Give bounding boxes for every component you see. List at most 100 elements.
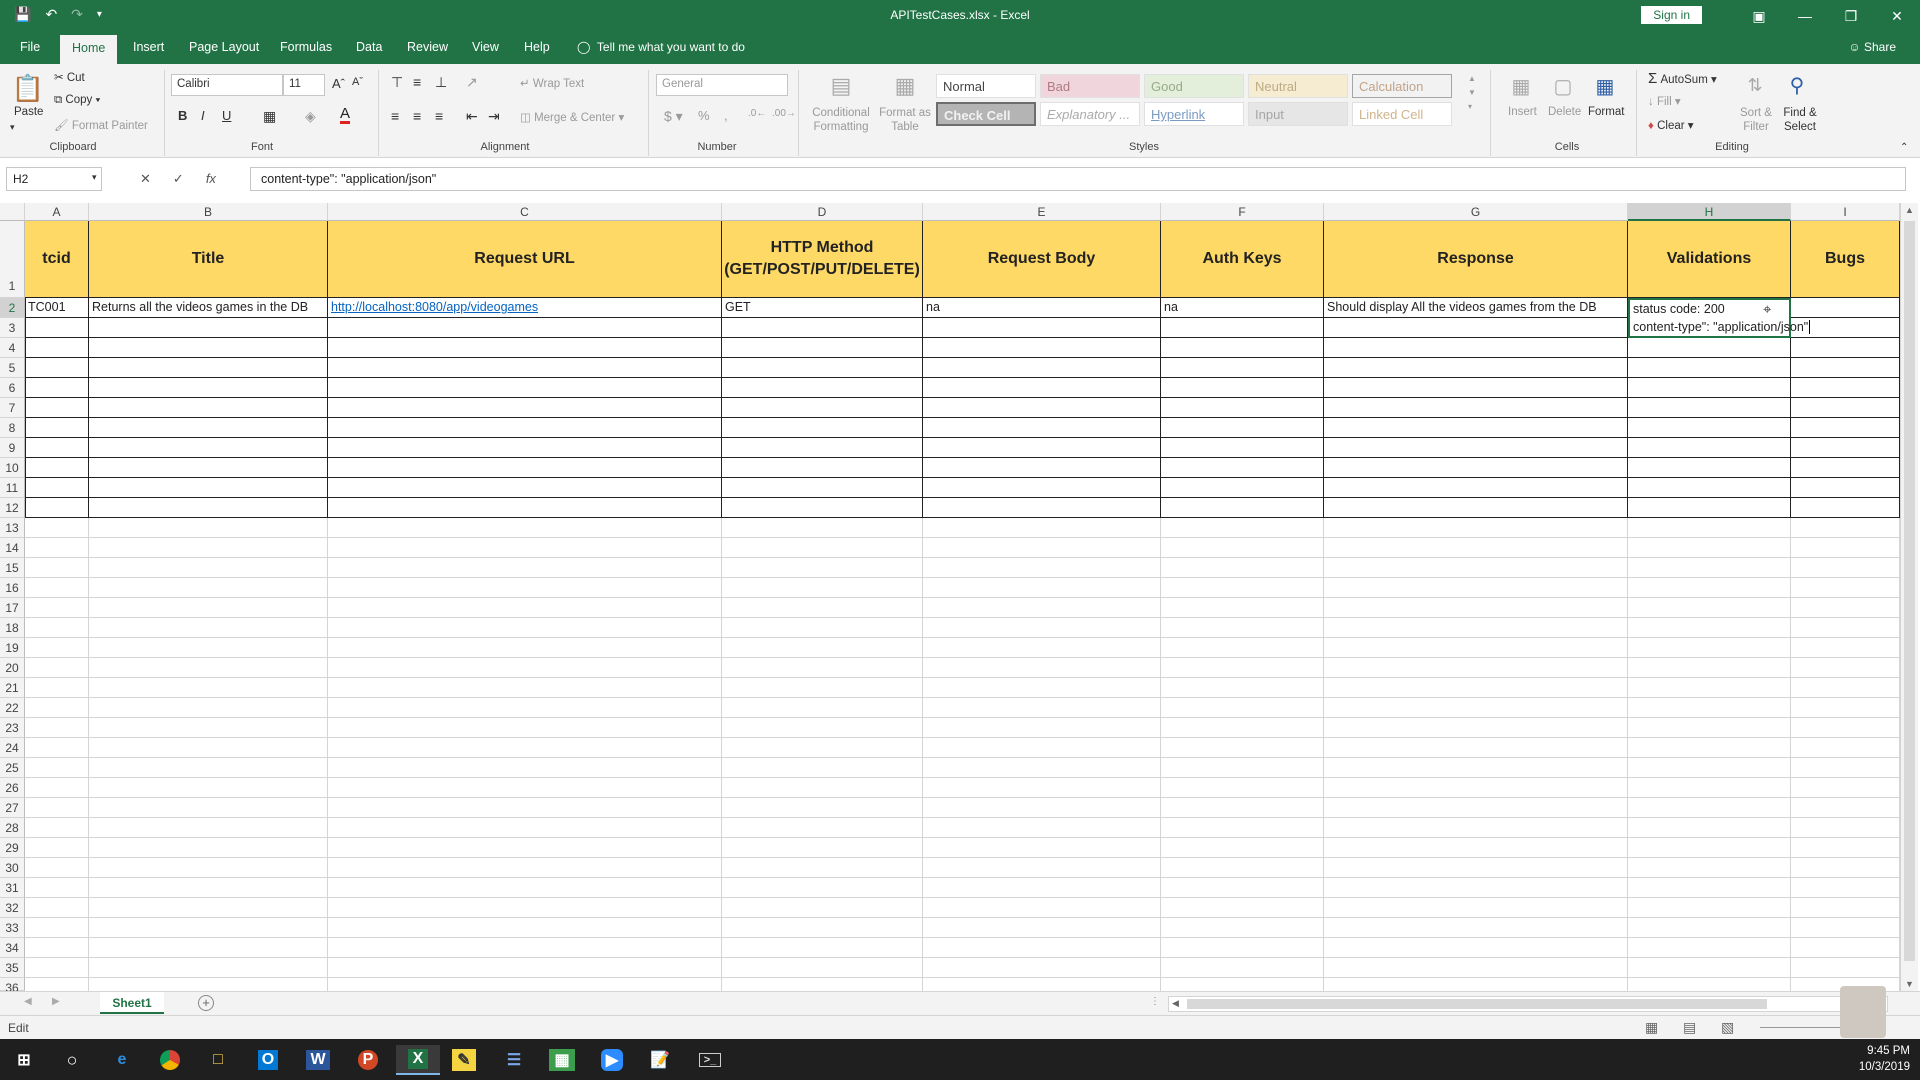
cell-b1[interactable]: Title [89, 221, 328, 298]
style-calculation[interactable]: Calculation [1352, 74, 1452, 98]
cell-e2[interactable]: na [923, 298, 1161, 318]
vertical-scroll-thumb[interactable] [1904, 221, 1915, 961]
format-as-table-icon[interactable]: ▦ [888, 70, 922, 102]
cell-h1[interactable]: Validations [1628, 221, 1791, 298]
scroll-up-icon[interactable]: ▲ [1905, 205, 1914, 215]
fill-button[interactable]: ↓ Fill ▾ [1648, 94, 1681, 108]
word-icon[interactable]: W [300, 1045, 336, 1075]
row-header[interactable]: 13 [0, 518, 25, 538]
row-header[interactable]: 11 [0, 478, 25, 498]
row-header[interactable]: 35 [0, 958, 25, 978]
column-header-a[interactable]: A [25, 203, 89, 221]
row-header[interactable]: 36 [0, 978, 25, 995]
excel-icon[interactable]: X [396, 1045, 440, 1075]
tab-data[interactable]: Data [356, 38, 382, 56]
wrap-text-button[interactable]: ↵ Wrap Text [520, 76, 584, 90]
paste-icon[interactable]: 📋 [10, 70, 46, 106]
formula-input[interactable]: content-type": "application/json" [250, 167, 1906, 191]
conditional-formatting-button[interactable]: Conditional Formatting [806, 106, 876, 134]
cell-d1[interactable]: HTTP Method (GET/POST/PUT/DELETE) [722, 221, 923, 298]
cell-g1[interactable]: Response [1324, 221, 1628, 298]
vertical-scrollbar[interactable]: ▲ ▼ [1900, 203, 1918, 991]
merge-center-button[interactable]: ◫ Merge & Center ▾ [520, 110, 624, 124]
find-select-icon[interactable]: ⚲ [1782, 70, 1812, 100]
row-header[interactable]: 14 [0, 538, 25, 558]
request-url-link[interactable]: http://localhost:8080/app/videogames [331, 300, 538, 314]
row-header[interactable]: 28 [0, 818, 25, 838]
taskbar-clock[interactable]: 9:45 PM 10/3/2019 [1859, 1043, 1910, 1075]
row-header[interactable]: 19 [0, 638, 25, 658]
styles-scroll-icon[interactable]: ▲ ▼ ▾ [1468, 72, 1476, 114]
row-header[interactable]: 3 [0, 318, 25, 338]
copy-button[interactable]: ⧉ Copy ▾ [54, 94, 100, 107]
row-header[interactable]: 25 [0, 758, 25, 778]
terminal-icon[interactable]: >_ [692, 1045, 728, 1075]
share-button[interactable]: ☺ Share [1848, 40, 1896, 54]
paste-dropdown-icon[interactable]: ▾ [10, 122, 15, 133]
font-color-icon[interactable]: A [340, 106, 351, 124]
spreadsheet-app-icon[interactable]: ▦ [544, 1045, 580, 1075]
delete-cells-icon[interactable]: ▢ [1548, 70, 1578, 102]
row-header[interactable]: 8 [0, 418, 25, 438]
scroll-left-icon[interactable]: ◀ [1172, 998, 1179, 1009]
cell-f1[interactable]: Auth Keys [1161, 221, 1324, 298]
fill-color-icon[interactable]: ◈ [305, 108, 316, 125]
chrome-browser-icon[interactable] [152, 1045, 188, 1075]
row-header[interactable]: 1 [0, 221, 25, 298]
align-bottom-icon[interactable]: ⊥ [435, 74, 447, 91]
worksheet-grid[interactable] [25, 221, 1900, 991]
align-left-icon[interactable]: ≡ [391, 108, 399, 124]
style-linked-cell[interactable]: Linked Cell [1352, 102, 1452, 126]
align-center-icon[interactable]: ≡ [413, 108, 421, 124]
number-format-combo[interactable]: General [656, 74, 788, 96]
windows-start-icon[interactable]: ⊞ [6, 1045, 42, 1075]
column-header-f[interactable]: F [1161, 203, 1324, 221]
row-header[interactable]: 18 [0, 618, 25, 638]
cell-a1[interactable]: tcid [25, 221, 89, 298]
row-header[interactable]: 2 [0, 298, 25, 318]
font-size-combo[interactable]: 11 [283, 74, 325, 96]
decrease-decimal-icon[interactable]: .00→ [772, 108, 796, 119]
name-box[interactable]: H2 [6, 167, 102, 191]
row-header[interactable]: 16 [0, 578, 25, 598]
row-header[interactable]: 20 [0, 658, 25, 678]
column-header-b[interactable]: B [89, 203, 328, 221]
powerpoint-icon[interactable]: P [350, 1045, 386, 1075]
conditional-formatting-icon[interactable]: ▤ [824, 70, 858, 102]
format-painter-button[interactable]: 🖌 Format Painter [54, 118, 148, 132]
tab-page-layout[interactable]: Page Layout [189, 38, 259, 56]
cell-c2[interactable]: http://localhost:8080/app/videogames [328, 298, 722, 318]
split-handle-icon[interactable]: ⋮ [1150, 996, 1160, 1007]
column-header-g[interactable]: G [1324, 203, 1628, 221]
align-middle-icon[interactable]: ≡ [413, 74, 421, 90]
column-header-d[interactable]: D [722, 203, 923, 221]
style-explanatory[interactable]: Explanatory ... [1040, 102, 1140, 126]
style-good[interactable]: Good [1144, 74, 1244, 98]
outlook-icon[interactable]: O [250, 1045, 286, 1075]
clear-button[interactable]: ♦ Clear ▾ [1648, 118, 1694, 132]
maximize-button[interactable]: ❐ [1828, 0, 1874, 32]
borders-icon[interactable]: ▦ [263, 108, 276, 125]
increase-decimal-icon[interactable]: .0← [748, 108, 766, 119]
cell-i2[interactable] [1791, 298, 1900, 318]
sheet-tab-sheet1[interactable]: Sheet1 [100, 992, 164, 1014]
app-icon[interactable]: ☰ [496, 1045, 532, 1075]
sheet-prev-icon[interactable]: ◀ [24, 996, 32, 1007]
decrease-font-icon[interactable]: Aˇ [352, 76, 363, 88]
sort-filter-icon[interactable]: ⇅ [1740, 70, 1770, 100]
column-header-h[interactable]: H [1628, 203, 1791, 221]
file-explorer-icon[interactable]: □ [200, 1045, 236, 1075]
cell-d2[interactable]: GET [722, 298, 923, 318]
find-select-button[interactable]: Find & Select [1778, 106, 1822, 134]
collapse-ribbon-icon[interactable]: ⌃ [1900, 142, 1908, 153]
cut-button[interactable]: ✂ Cut [54, 70, 85, 84]
format-as-table-button[interactable]: Format as Table [878, 106, 932, 134]
tab-formulas[interactable]: Formulas [280, 38, 332, 56]
row-header[interactable]: 33 [0, 918, 25, 938]
sticky-notes-icon[interactable]: ✎ [446, 1045, 482, 1075]
row-header[interactable]: 23 [0, 718, 25, 738]
align-top-icon[interactable]: ⊤ [391, 74, 403, 91]
italic-icon[interactable]: I [201, 108, 205, 123]
row-header[interactable]: 6 [0, 378, 25, 398]
orientation-icon[interactable]: ↗ [466, 74, 478, 91]
